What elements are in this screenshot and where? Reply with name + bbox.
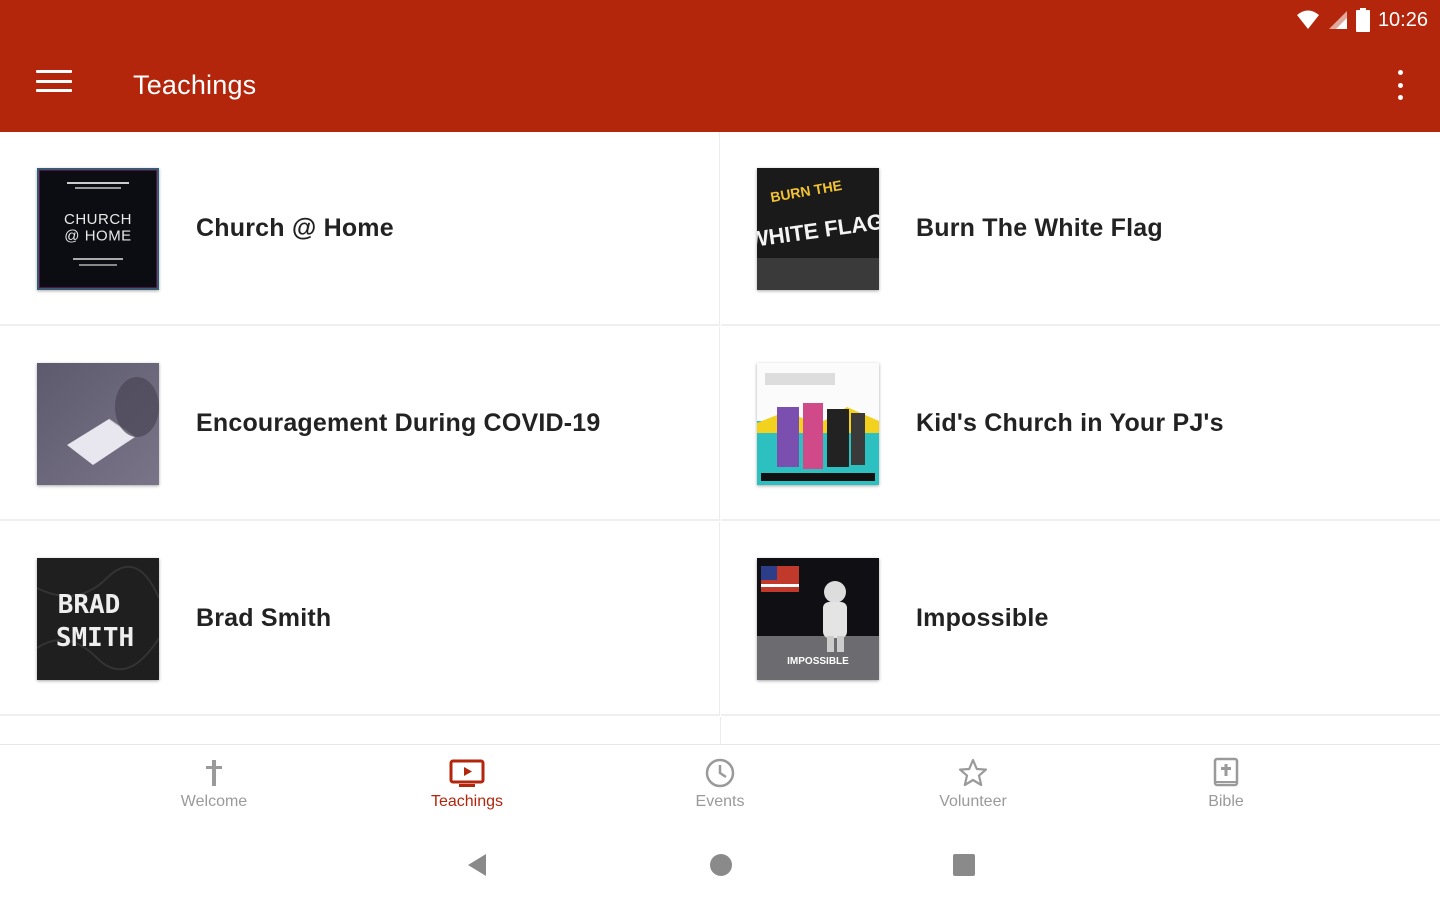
- wifi-icon: [1296, 10, 1319, 29]
- nav-welcome[interactable]: Welcome: [134, 755, 294, 825]
- nav-label: Teachings: [430, 793, 504, 810]
- impossible-thumbnail: IMPOSSIBLE: [757, 558, 879, 680]
- app-bar: 10:26 Teachings: [0, 0, 1440, 132]
- brad-thumb-text-1: BRAD: [58, 590, 121, 620]
- teaching-label: Encouragement During COVID-19: [196, 409, 601, 437]
- nav-volunteer[interactable]: Volunteer: [893, 755, 1053, 825]
- teaching-label: Impossible: [916, 604, 1049, 632]
- overflow-menu-icon[interactable]: [1390, 70, 1410, 100]
- teaching-label: Brad Smith: [196, 604, 332, 632]
- nav-bible[interactable]: Bible: [1146, 755, 1306, 825]
- nav-teachings[interactable]: Teachings: [387, 755, 547, 825]
- teaching-item-brad-smith[interactable]: BRAD SMITH Brad Smith: [0, 522, 720, 716]
- column-divider: [720, 717, 721, 744]
- bottom-navigation: Welcome Teachings Events Volunteer Bible: [0, 744, 1440, 833]
- page-title: Teachings: [133, 70, 257, 100]
- teaching-label: Church @ Home: [196, 214, 394, 242]
- teaching-item-encouragement-covid[interactable]: Encouragement During COVID-19: [0, 327, 720, 521]
- teaching-item-church-home[interactable]: CHURCH @ HOME Church @ Home: [0, 132, 720, 326]
- battery-icon: [1355, 8, 1370, 32]
- tv-play-icon: [449, 759, 485, 787]
- nav-events[interactable]: Events: [640, 755, 800, 825]
- teachings-grid: CHURCH @ HOME Church @ Home BURN THE WHIT…: [0, 132, 1440, 744]
- home-icon[interactable]: [708, 852, 734, 878]
- clock-icon: [705, 758, 735, 788]
- nav-label: Volunteer: [939, 793, 1007, 810]
- status-bar: 10:26: [1296, 6, 1428, 34]
- status-time: 10:26: [1377, 8, 1428, 31]
- menu-icon[interactable]: [36, 70, 72, 92]
- recents-icon[interactable]: [951, 852, 977, 878]
- teaching-label: Kid's Church in Your PJ's: [916, 409, 1224, 437]
- teaching-label: Burn The White Flag: [916, 214, 1163, 242]
- cross-icon: [206, 760, 222, 786]
- church-home-thumb-text-1: CHURCH @ HOME: [64, 211, 132, 245]
- teaching-item-impossible[interactable]: IMPOSSIBLE Impossible: [721, 522, 1440, 716]
- encouragement-thumbnail: [37, 363, 159, 485]
- impossible-thumb-text: IMPOSSIBLE: [787, 656, 849, 667]
- church-home-thumbnail: CHURCH @ HOME: [37, 168, 159, 290]
- burn-white-flag-thumbnail: BURN THE WHITE FLAG: [757, 168, 879, 290]
- cell-signal-icon: [1328, 11, 1347, 29]
- back-icon[interactable]: [464, 852, 490, 878]
- kids-church-thumbnail: [757, 363, 879, 485]
- teaching-item-burn-the-white-flag[interactable]: BURN THE WHITE FLAG Burn The White Flag: [721, 132, 1440, 326]
- brad-thumb-text-2: SMITH: [56, 623, 134, 653]
- teaching-item-kids-church[interactable]: Kid's Church in Your PJ's: [721, 327, 1440, 521]
- bible-icon: [1213, 757, 1239, 787]
- nav-label: Bible: [1208, 793, 1244, 810]
- star-icon: [958, 758, 988, 787]
- nav-label: Welcome: [180, 793, 248, 810]
- system-navigation-bar: [0, 832, 1440, 900]
- brad-smith-thumbnail: BRAD SMITH: [37, 558, 159, 680]
- nav-label: Events: [695, 793, 745, 810]
